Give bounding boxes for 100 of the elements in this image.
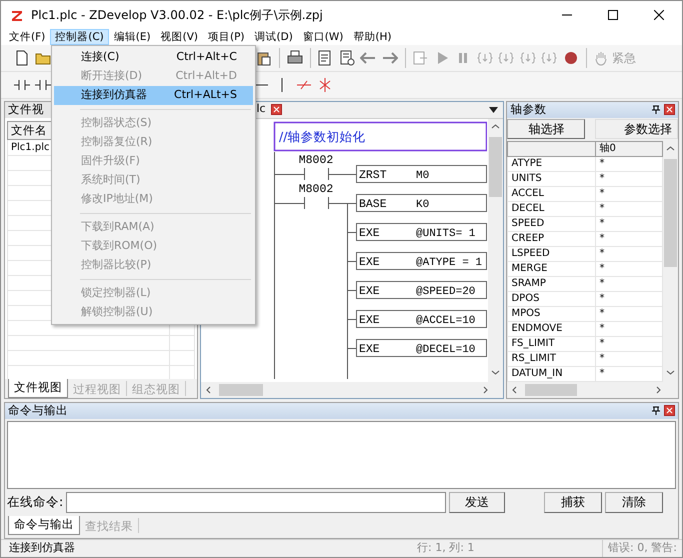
parameter-value[interactable]: * <box>596 231 662 246</box>
shortcut-text: Ctrl+Alt+D <box>176 68 237 84</box>
document-view-icon[interactable] <box>338 50 355 66</box>
operand-text: @ATYPE = 1 <box>416 256 482 268</box>
instruction-name: EXE <box>359 256 380 268</box>
menu-item[interactable]: 调试(D) <box>250 29 298 45</box>
menu-item[interactable]: 视图(V) <box>156 29 203 45</box>
parameter-value[interactable]: * <box>596 216 662 231</box>
menu-item-label: 断开连接(D) <box>81 68 142 84</box>
parameter-name: DATUM_IN <box>508 366 596 381</box>
parameter-value[interactable]: * <box>596 336 662 351</box>
parameter-value[interactable]: * <box>596 156 662 171</box>
shortcut-text: Ctrl+ALt+S <box>174 87 237 104</box>
arrow-left-icon[interactable] <box>360 50 376 66</box>
parameter-name: MERGE <box>508 261 596 276</box>
pin-icon[interactable] <box>652 105 660 114</box>
panel-title: 命令与输出 <box>8 402 68 419</box>
parameter-value[interactable]: * <box>596 291 662 306</box>
scrollbar[interactable] <box>663 140 678 382</box>
editor-tab[interactable]: lc <box>256 101 266 118</box>
tab-button[interactable]: 参数选择 <box>595 118 678 138</box>
operand-text: @ACCEL=10 <box>416 314 476 326</box>
parameter-value[interactable]: * <box>596 321 662 336</box>
menu-item[interactable]: 文件(F) <box>4 29 50 45</box>
status-message: 连接到仿真器 <box>9 540 75 556</box>
window-title: Plc1.plc - ZDevelop V3.00.02 - E:\plc例子\示例.zpj <box>31 7 323 24</box>
comment-text: //轴参数初始化 <box>279 128 366 144</box>
panel-title: 文件视 <box>8 100 44 118</box>
dropdown-arrow-icon[interactable] <box>489 106 498 112</box>
menu-item-label: 系统时间(T) <box>81 172 140 188</box>
parameter-value[interactable]: * <box>596 276 662 291</box>
menu-item-label: 锁定控制器(L) <box>81 285 151 302</box>
comment-box[interactable] <box>274 121 488 151</box>
app-logo-icon <box>11 9 23 21</box>
parameter-name: UNITS <box>508 171 596 186</box>
shortcut-text: Ctrl+Alt+C <box>176 49 237 66</box>
panel-title: 轴参数 <box>510 100 546 118</box>
document-icon[interactable] <box>317 50 334 66</box>
parameter-name: RS_LIMIT <box>508 351 596 366</box>
parameter-name: LSPEED <box>508 246 596 261</box>
parameter-value[interactable]: * <box>596 246 662 261</box>
instruction-name: EXE <box>359 226 380 240</box>
operand-text: @SPEED=20 <box>416 286 476 298</box>
parameter-value[interactable]: * <box>596 261 662 276</box>
instruction-name: EXE <box>359 342 380 356</box>
parameter-value[interactable]: * <box>596 366 662 381</box>
menu-item[interactable]: 连接到仿真器 Ctrl+ALt+S <box>54 86 253 105</box>
command-label: 在线命令: <box>7 492 64 511</box>
parameter-name: SPEED <box>508 216 596 231</box>
panel-tab[interactable]: 命令与输出 <box>8 516 80 534</box>
instruction-name: EXE <box>359 314 380 326</box>
arrow-right-icon[interactable] <box>382 50 398 66</box>
parameter-value[interactable]: * <box>596 201 662 216</box>
scrollbar[interactable] <box>488 118 504 382</box>
instruction-name: ZRST <box>359 168 388 182</box>
parameter-name: DECEL <box>508 201 596 216</box>
menu-item-label: 控制器比较(P) <box>81 257 152 274</box>
close-icon[interactable] <box>664 405 675 416</box>
command-button[interactable]: 捕获 <box>544 492 602 512</box>
panel-tab[interactable]: 文件视图 <box>8 378 68 398</box>
parameter-value[interactable]: * <box>596 186 662 201</box>
menu-item[interactable]: 帮助(H) <box>348 29 396 45</box>
menu-item-label: 控制器状态(S) <box>81 115 152 132</box>
tab-button[interactable]: 轴选择 <box>507 118 586 138</box>
parameter-value[interactable]: * <box>596 306 662 321</box>
parameter-name: FS_LIMIT <box>508 336 596 351</box>
menu-item[interactable]: 窗口(W) <box>298 29 348 45</box>
record-icon[interactable] <box>562 50 579 66</box>
parameter-name: CREEP <box>508 231 596 246</box>
parameter-value[interactable]: * <box>596 351 662 366</box>
menu-item[interactable]: 连接(C) Ctrl+Alt+C <box>54 48 253 67</box>
new-file-icon[interactable] <box>14 50 30 66</box>
menu-item-label: 修改IP地址(M) <box>81 191 153 208</box>
menu-item[interactable]: 项目(P) <box>202 29 250 45</box>
scrollbar[interactable] <box>201 382 504 398</box>
menu-item-label: 控制器复位(R) <box>81 134 152 150</box>
close-icon <box>654 10 664 20</box>
menu-item[interactable]: 控制器(C) <box>50 29 109 45</box>
contact-label: M8002 <box>299 182 334 196</box>
parameter-name: ATYPE <box>508 156 596 171</box>
menu-item[interactable]: 编辑(E) <box>108 29 156 45</box>
command-button[interactable]: 发送 <box>449 492 506 512</box>
close-tab-icon[interactable] <box>270 104 282 115</box>
pin-icon[interactable] <box>652 406 660 415</box>
parameter-name: MPOS <box>508 306 596 321</box>
error-count: 错误: 0, 警告: <box>602 540 682 557</box>
close-icon[interactable] <box>664 104 675 115</box>
parameter-name: ENDMOVE <box>508 321 596 336</box>
menu-item-label: 连接(C) <box>81 49 120 66</box>
paste-icon[interactable] <box>256 50 272 66</box>
printer-icon[interactable] <box>286 50 303 66</box>
column-header[interactable]: 轴0 <box>596 141 662 156</box>
operand-text: @UNITS= 1 <box>416 228 476 240</box>
operand-text: K0 <box>416 198 430 210</box>
parameter-value[interactable]: * <box>596 171 662 186</box>
operand-text: @DECEL=10 <box>416 344 476 356</box>
menu-item-label: 固件升级(F) <box>81 153 140 170</box>
parameter-name: ACCEL <box>508 186 596 201</box>
command-input[interactable] <box>66 492 446 512</box>
command-button[interactable]: 清除 <box>605 492 664 512</box>
